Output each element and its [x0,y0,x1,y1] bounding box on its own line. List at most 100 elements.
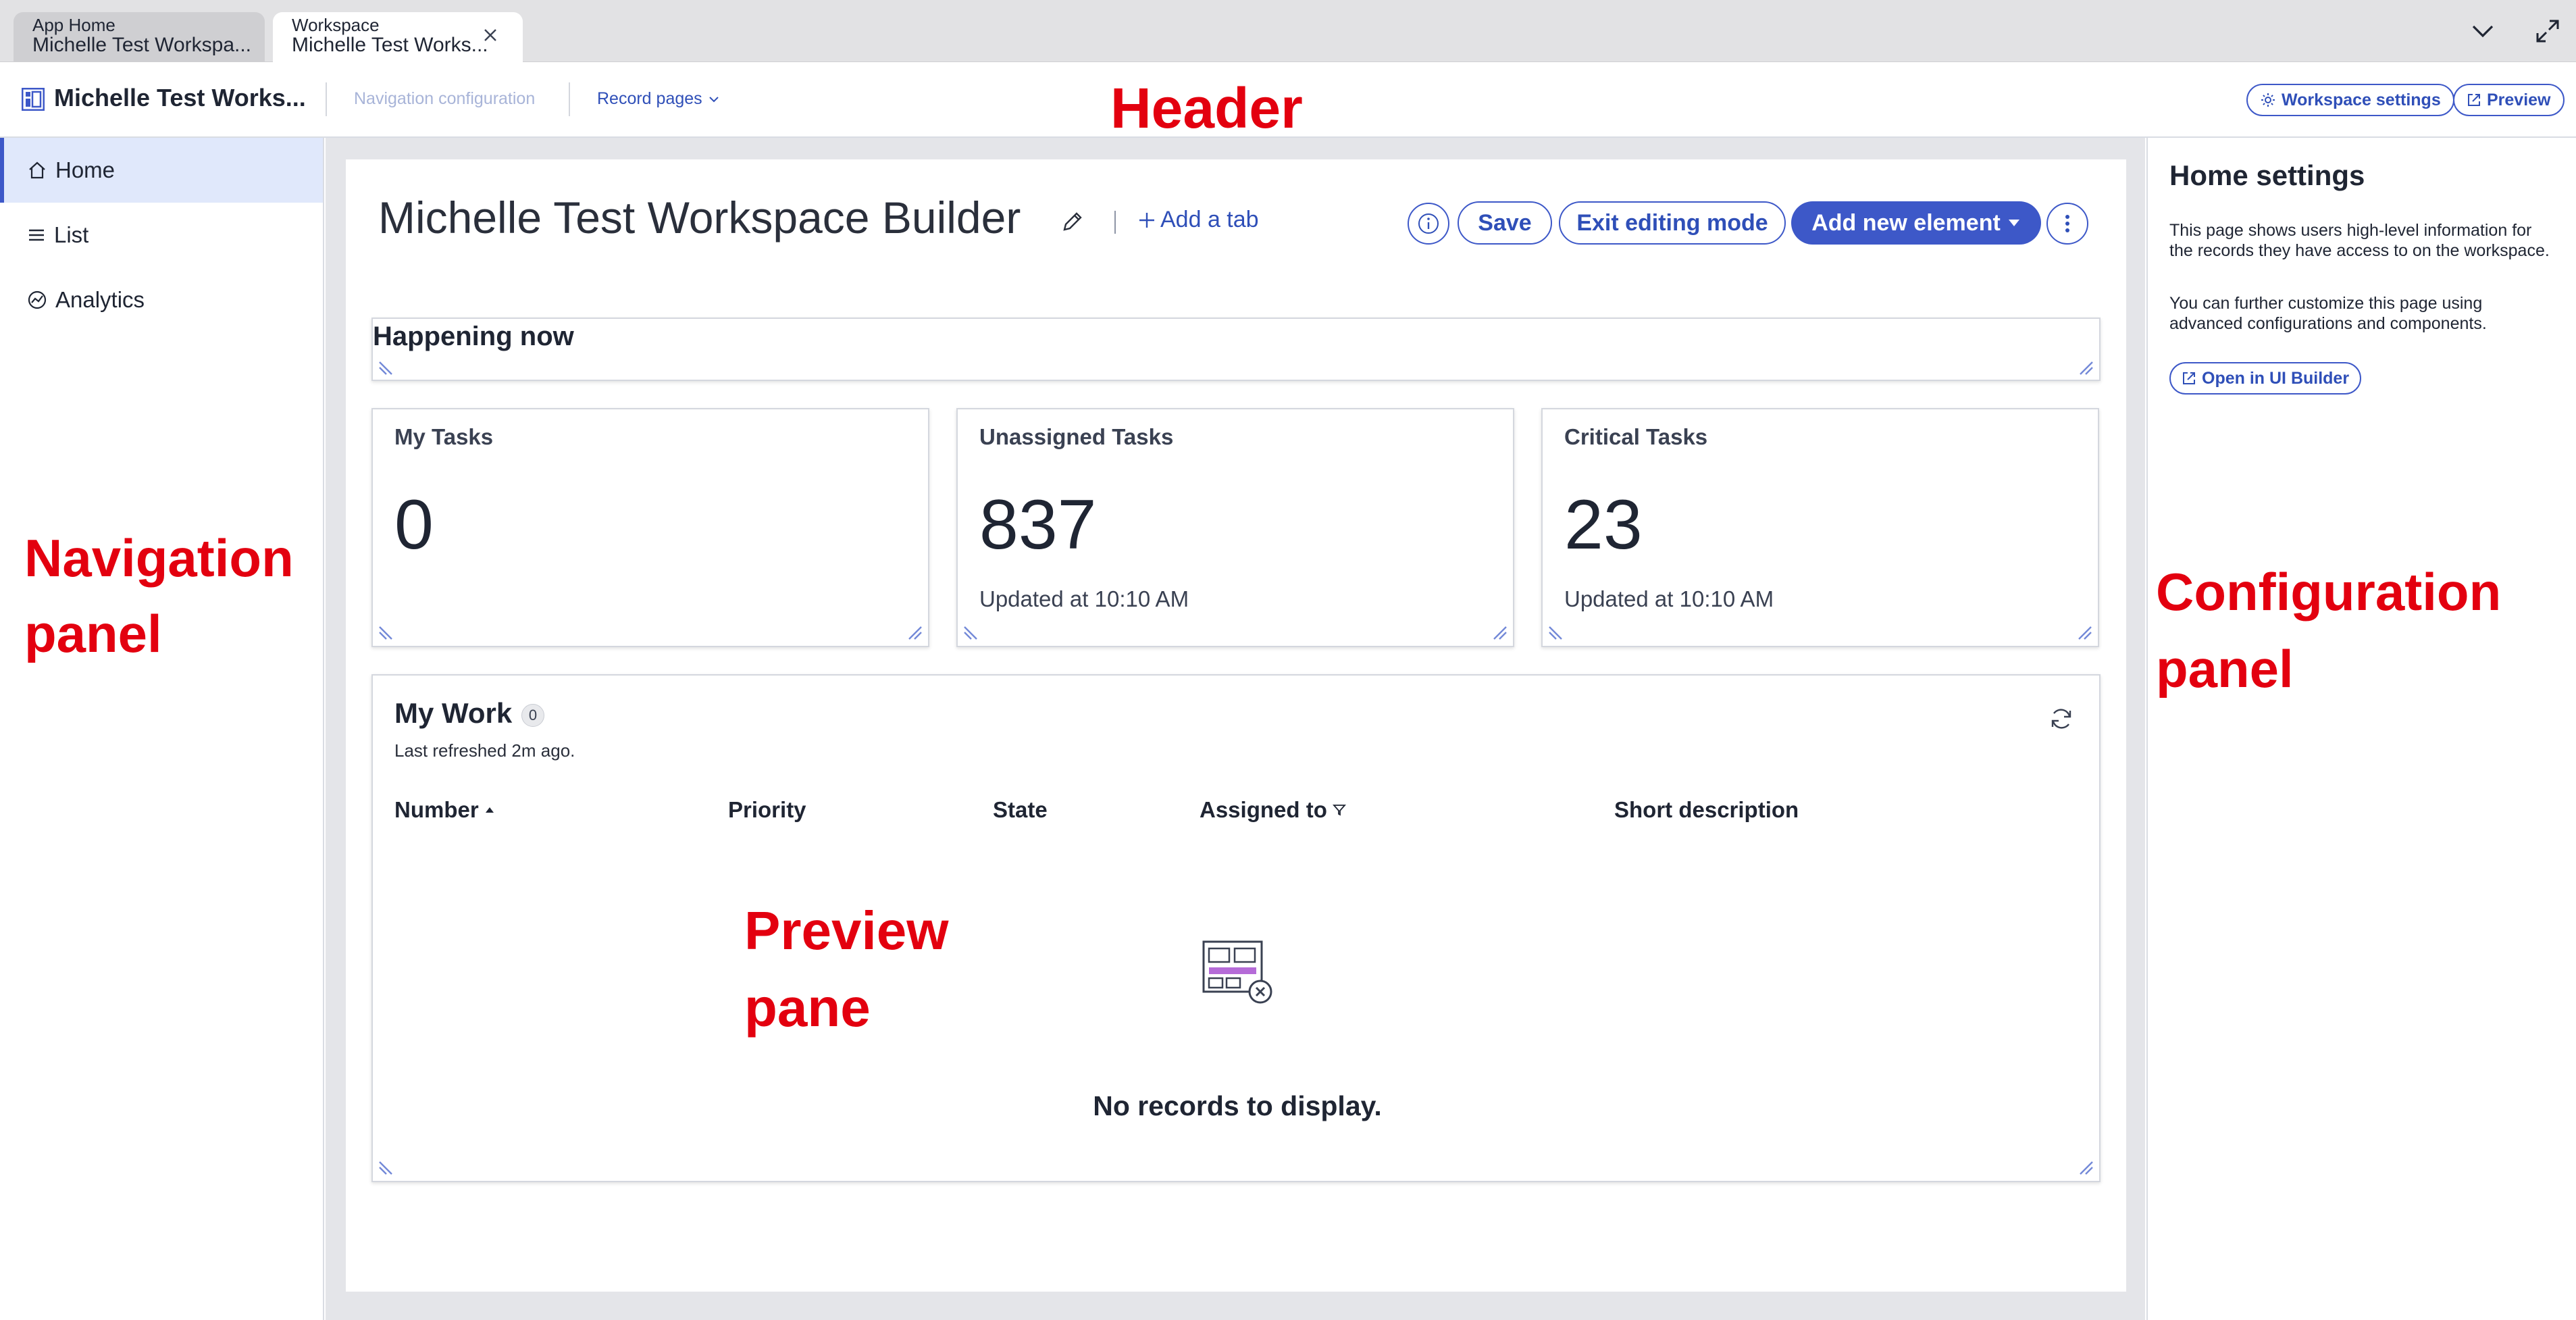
stat-updated: Updated at 10:10 AM [979,586,1189,611]
home-icon [29,161,45,179]
stat-card-my-tasks[interactable]: My Tasks 0 [371,408,929,647]
count-badge: 0 [521,704,544,727]
resize-handle-icon[interactable] [377,623,396,642]
section-title: Happening now [373,322,574,351]
config-description: You can further customize this page usin… [2169,294,2487,333]
workspace-settings-button[interactable]: Workspace settings [2246,84,2454,116]
stat-value: 23 [1564,486,1643,564]
stat-updated: Updated at 10:10 AM [1564,586,1774,611]
annotation-header: Header [1110,76,1303,140]
stat-label: Unassigned Tasks [979,424,1174,449]
happening-now-section[interactable]: Happening now [371,318,2101,381]
resize-handle-icon[interactable] [2075,623,2094,642]
preview-label: Preview [2487,90,2551,109]
annotation-preview-pane: pane [744,978,871,1038]
annotation-navigation-panel: panel [24,604,162,663]
stat-label: Critical Tasks [1564,424,1708,449]
add-tab-label: Add a tab [1160,207,1259,232]
annotation-preview-pane: Preview [744,900,949,961]
nav-item-analytics[interactable]: Analytics [0,268,323,332]
tab-strip: App Home Michelle Test Workspa... Worksp… [0,0,2576,62]
navigation-configuration-link[interactable]: Navigation configuration [354,89,535,109]
empty-state-illustration-icon [1202,940,1272,1004]
title-divider [1114,211,1116,234]
chevron-down-icon[interactable] [2465,14,2500,49]
stat-card-unassigned-tasks[interactable]: Unassigned Tasks 837 Updated at 10:10 AM [956,408,1514,647]
resize-handle-icon[interactable] [2076,1158,2095,1177]
app-title: Michelle Test Works... [54,84,306,111]
kebab-icon [2065,215,2069,232]
header-divider [569,82,570,116]
resize-handle-icon[interactable] [1490,623,1509,642]
tab-subtitle: Michelle Test Workspa... [32,34,252,56]
chevron-down-icon [709,96,719,102]
external-link-icon [2468,94,2480,106]
annotation-navigation-panel: Navigation [24,528,294,588]
annotation-configuration-panel: Configuration [2156,562,2502,621]
info-icon [1418,213,1439,234]
preview-button[interactable]: Preview [2453,84,2565,116]
external-link-icon [2183,372,2195,384]
header-divider [326,82,327,116]
add-tab-button[interactable]: Add a tab [1137,207,1259,233]
list-icon [29,229,44,241]
column-header-priority[interactable]: Priority [728,797,806,823]
workspace-app-icon [21,87,45,111]
column-header-state[interactable]: State [993,797,1048,823]
resize-handle-icon[interactable] [1547,623,1566,642]
tab-subtitle: Michelle Test Works... [292,34,488,56]
last-refreshed-text: Last refreshed 2m ago. [394,740,575,761]
add-new-element-button[interactable]: Add new element [1791,201,2041,245]
resize-handle-icon[interactable] [377,358,396,377]
column-label: Assigned to [1200,797,1327,822]
refresh-icon[interactable] [2048,705,2075,732]
nav-item-label: Home [55,157,115,182]
more-options-button[interactable] [2046,203,2088,245]
stat-value: 837 [979,486,1097,564]
open-in-ui-builder-button[interactable]: Open in UI Builder [2169,362,2362,395]
record-pages-label: Record pages [597,89,702,108]
nav-item-label: Analytics [55,287,145,312]
pencil-icon[interactable] [1059,208,1086,235]
open-in-ui-builder-label: Open in UI Builder [2202,368,2350,388]
add-new-element-label: Add new element [1811,209,2001,236]
stat-card-critical-tasks[interactable]: Critical Tasks 23 Updated at 10:10 AM [1541,408,2099,647]
stat-value: 0 [394,486,434,564]
record-pages-dropdown[interactable]: Record pages [597,89,720,109]
sort-ascending-icon [485,807,494,813]
plus-icon [1139,212,1154,228]
config-title: Home settings [2169,159,2365,191]
page-title: Michelle Test Workspace Builder [378,193,1021,243]
nav-item-list[interactable]: List [0,203,323,268]
tab-title: App Home [32,15,115,35]
workspace-settings-label: Workspace settings [2282,90,2441,109]
empty-state-text: No records to display. [1093,1090,1382,1121]
my-work-list[interactable]: My Work 0 Last refreshed 2m ago. Number … [371,674,2101,1182]
stat-label: My Tasks [394,424,494,449]
resize-handle-icon[interactable] [905,623,924,642]
resize-handle-icon[interactable] [962,623,981,642]
gear-icon [2261,93,2275,107]
caret-down-icon [2008,220,2019,226]
column-header-number[interactable]: Number [394,797,495,823]
column-label: Number [394,797,479,822]
resize-handle-icon[interactable] [377,1158,396,1177]
config-description: This page shows users high-level informa… [2169,221,2550,260]
expand-icon[interactable] [2530,14,2565,49]
navigation-panel: Home List Analytics [0,138,324,1320]
exit-editing-button[interactable]: Exit editing mode [1559,201,1786,245]
resize-handle-icon[interactable] [2076,358,2095,377]
tab-app-home[interactable]: App Home Michelle Test Workspa... [14,12,265,62]
filter-icon [1332,805,1346,816]
info-button[interactable] [1408,203,1449,245]
tab-title: Workspace [292,15,380,35]
column-header-short-description[interactable]: Short description [1614,797,1799,823]
annotation-configuration-panel: panel [2156,639,2294,699]
nav-item-home[interactable]: Home [0,138,323,203]
save-button[interactable]: Save [1458,201,1552,245]
analytics-icon [28,290,47,309]
tab-workspace[interactable]: Workspace Michelle Test Works... [273,12,523,62]
close-icon[interactable] [478,23,503,47]
column-header-assigned-to[interactable]: Assigned to [1200,797,1346,823]
nav-item-label: List [54,222,89,247]
